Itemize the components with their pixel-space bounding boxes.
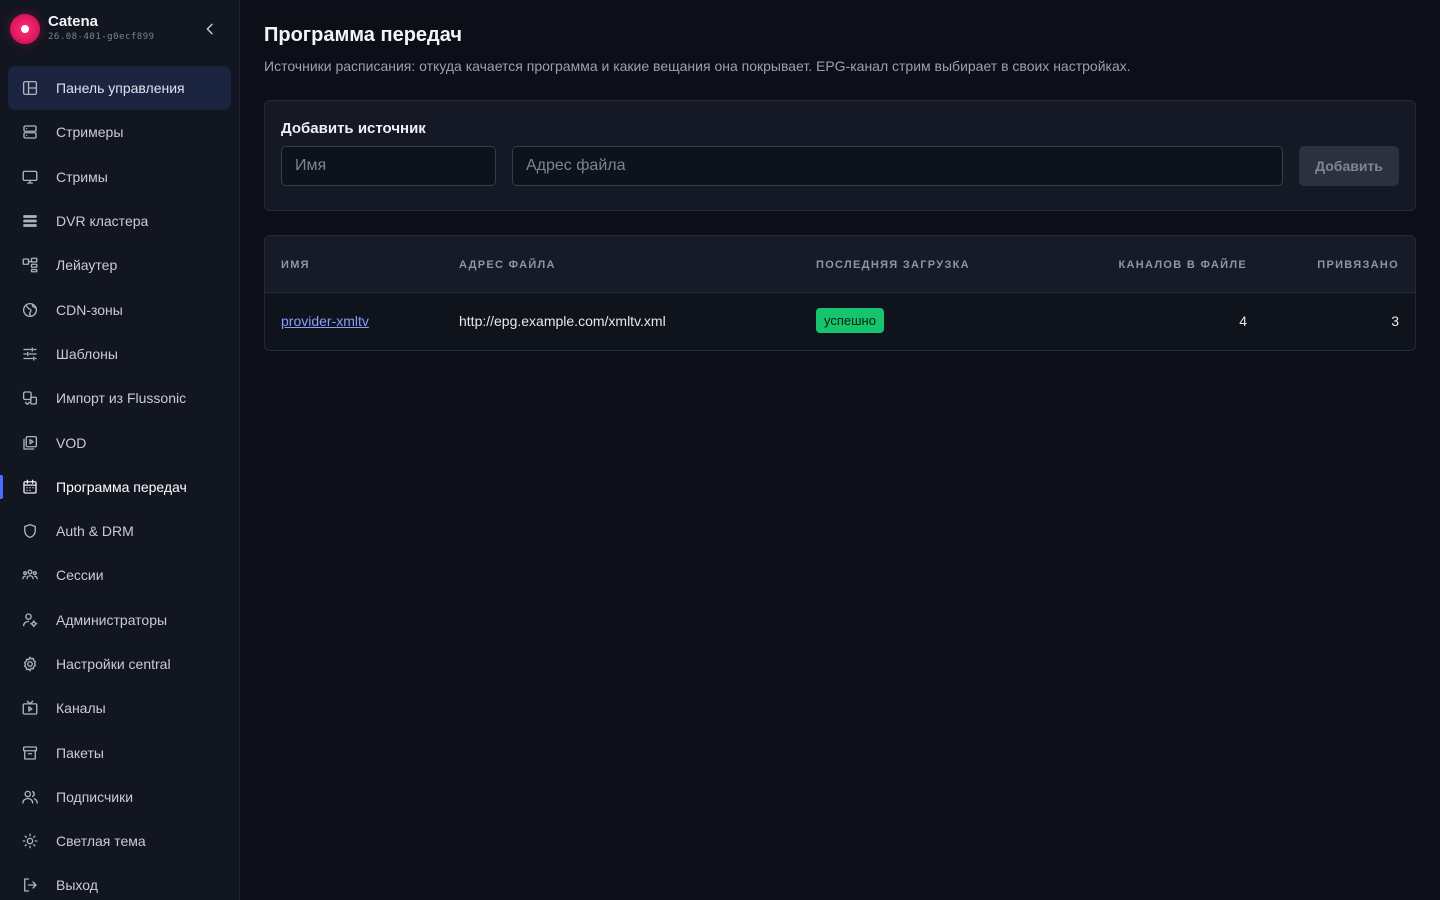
- table-row: provider-xmltv http://epg.example.com/xm…: [265, 293, 1415, 350]
- sidebar-item-label: Настройки central: [56, 656, 171, 672]
- app-name: Catena: [48, 13, 99, 30]
- sidebar-item-label: Лейаутер: [56, 257, 118, 274]
- sidebar-item-light-theme[interactable]: Светлая тема: [8, 819, 231, 863]
- collapse-sidebar-button[interactable]: [198, 17, 222, 41]
- storage-icon: [20, 211, 40, 231]
- sidebar-item-logout[interactable]: Выход: [8, 863, 231, 900]
- sidebar-item-sessions[interactable]: Сессии: [8, 553, 231, 597]
- add-source-title: Добавить источник: [281, 120, 426, 137]
- sidebar-item-streams[interactable]: Стримы: [8, 155, 231, 199]
- sidebar-item-label: Стримы: [56, 168, 108, 185]
- column-header-url: АДРЕС ФАЙЛА: [459, 259, 556, 271]
- sidebar-item-vod[interactable]: VOD: [8, 420, 231, 464]
- sidebar-item-label: Каналы: [56, 700, 106, 717]
- sidebar-item-epg[interactable]: Программа передач: [0, 465, 231, 509]
- gear-icon: [20, 654, 40, 674]
- column-header-name: ИМЯ: [281, 259, 310, 271]
- source-url-input[interactable]: [512, 146, 1283, 186]
- shield-icon: [20, 521, 40, 541]
- sidebar-item-layouter[interactable]: Лейаутер: [8, 243, 231, 287]
- server-icon: [20, 122, 40, 142]
- column-header-last-load: ПОСЛЕДНЯЯ ЗАГРУЗКА: [816, 259, 970, 271]
- users-group-icon: [20, 565, 40, 585]
- sidebar-item-central-settings[interactable]: Настройки central: [8, 642, 231, 686]
- sidebar-item-packages[interactable]: Пакеты: [8, 730, 231, 774]
- sidebar-item-label: DVR кластера: [56, 213, 149, 230]
- bound-count: 3: [1391, 313, 1399, 329]
- dashboard-icon: [20, 78, 40, 98]
- page-subtitle: Источники расписания: откуда качается пр…: [264, 58, 1131, 74]
- source-name-link[interactable]: provider-xmltv: [281, 313, 369, 329]
- sidebar-item-label: Выход: [56, 877, 98, 894]
- sidebar-item-label: Пакеты: [56, 744, 104, 761]
- channels-in-file-count: 4: [1239, 313, 1247, 329]
- sidebar-item-label: Auth & DRM: [56, 523, 134, 540]
- archive-icon: [20, 743, 40, 763]
- add-source-card: Добавить источник Добавить: [264, 100, 1416, 211]
- status-badge: успешно: [816, 308, 884, 333]
- sliders-icon: [20, 344, 40, 364]
- source-name-input[interactable]: [281, 146, 496, 186]
- chevron-left-icon: [206, 23, 213, 35]
- sidebar-item-templates[interactable]: Шаблоны: [8, 332, 231, 376]
- sidebar-item-label: VOD: [56, 434, 87, 451]
- sidebar-item-channels[interactable]: Каналы: [8, 686, 231, 730]
- sidebar-item-auth-drm[interactable]: Auth & DRM: [8, 509, 231, 553]
- monitor-icon: [20, 167, 40, 187]
- sidebar-item-label: CDN-зоны: [56, 301, 123, 318]
- sources-table: ИМЯ АДРЕС ФАЙЛА ПОСЛЕДНЯЯ ЗАГРУЗКА КАНАЛ…: [264, 235, 1416, 351]
- logo: [10, 14, 40, 44]
- globe-icon: [20, 300, 40, 320]
- calendar-icon: [20, 477, 40, 497]
- sidebar-item-admins[interactable]: Администраторы: [8, 598, 231, 642]
- sidebar-item-label: Сессии: [56, 567, 104, 584]
- brand: Catena 26.08-401-g0ecf899: [10, 13, 230, 47]
- source-url: http://epg.example.com/xmltv.xml: [459, 313, 666, 329]
- sidebar-item-subscribers[interactable]: Подписчики: [8, 775, 231, 819]
- layout-icon: [20, 255, 40, 275]
- sidebar-item-label: Панель управления: [56, 80, 185, 97]
- users-icon: [20, 787, 40, 807]
- app-version: 26.08-401-g0ecf899: [48, 32, 155, 42]
- logout-icon: [20, 875, 40, 895]
- import-icon: [20, 388, 40, 408]
- sidebar-item-streamers[interactable]: Стримеры: [8, 110, 231, 154]
- column-header-channels: КАНАЛОВ В ФАЙЛЕ: [1118, 259, 1247, 271]
- tv-icon: [20, 698, 40, 718]
- add-source-button[interactable]: Добавить: [1299, 146, 1399, 186]
- sidebar-item-label: Программа передач: [56, 478, 187, 495]
- table-header: ИМЯ АДРЕС ФАЙЛА ПОСЛЕДНЯЯ ЗАГРУЗКА КАНАЛ…: [265, 236, 1415, 293]
- sidebar-item-label: Шаблоны: [56, 345, 118, 362]
- video-library-icon: [20, 433, 40, 453]
- sidebar-item-label: Светлая тема: [56, 833, 146, 850]
- column-header-bound: ПРИВЯЗАНО: [1317, 259, 1399, 271]
- page-title: Программа передач: [264, 24, 462, 46]
- sidebar-item-label: Администраторы: [56, 611, 168, 628]
- sidebar-item-dashboard[interactable]: Панель управления: [8, 66, 231, 111]
- sidebar-item-dvr[interactable]: DVR кластера: [8, 199, 231, 243]
- sidebar-item-import-flussonic[interactable]: Импорт из Flussonic: [8, 376, 231, 420]
- sidebar-item-label: Подписчики: [56, 788, 134, 805]
- sidebar-item-cdn[interactable]: CDN-зоны: [8, 287, 231, 331]
- sun-icon: [20, 831, 40, 851]
- sidebar-item-label: Импорт из Flussonic: [56, 390, 187, 407]
- user-gear-icon: [20, 610, 40, 630]
- sidebar-nav: Панель управления Стримеры Стримы DVR кл…: [0, 66, 231, 900]
- sidebar: Catena 26.08-401-g0ecf899 Панель управле…: [0, 0, 240, 900]
- sidebar-item-label: Стримеры: [56, 124, 124, 141]
